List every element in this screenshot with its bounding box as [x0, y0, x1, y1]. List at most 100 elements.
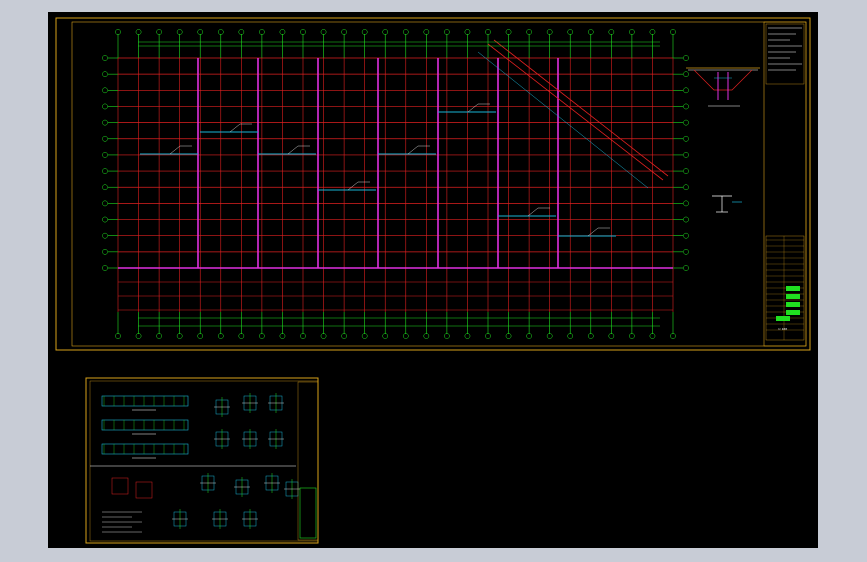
- axis-bubble: [156, 29, 162, 35]
- axis-bubble: [683, 248, 689, 255]
- detail-leader: [527, 207, 539, 217]
- axis-bubble: [341, 333, 347, 339]
- axis-bubble: [402, 29, 409, 35]
- axis-bubble: [423, 29, 430, 35]
- diagonal-truss: [477, 39, 669, 189]
- axis-bubble: [670, 333, 676, 339]
- axis-bubble: [629, 29, 635, 35]
- bottom-dimension-line: [138, 317, 660, 327]
- detail-leader: [287, 145, 299, 155]
- axis-bubble: [505, 29, 512, 35]
- axis-bubble: [567, 333, 574, 339]
- axis-bubble: [102, 216, 108, 223]
- title-block-scale: 1:100: [778, 327, 787, 331]
- detail-sheet-frame: [85, 377, 319, 544]
- axis-bubble: [608, 333, 615, 339]
- axis-bubble: [587, 29, 594, 35]
- axis-bubble: [444, 29, 450, 35]
- section-detail-top-right: [686, 67, 760, 107]
- axis-bubble: [102, 168, 108, 174]
- axis-bubble: [102, 248, 108, 255]
- axis-bubble: [683, 103, 689, 110]
- plan-beam-grid: [117, 57, 674, 312]
- detail-node: [111, 477, 129, 495]
- main-sheet-inner-frame: [71, 21, 807, 347]
- axis-bubble: [102, 119, 108, 126]
- detail-beam-elevations: [101, 395, 189, 459]
- title-block-stamp: [776, 316, 790, 321]
- detail-leader: [587, 227, 599, 237]
- axis-bubble: [683, 184, 689, 191]
- detail-title-block: [297, 381, 319, 541]
- detail-leader: [229, 123, 241, 133]
- detail-leader: [407, 145, 419, 155]
- detail-leader: [467, 103, 479, 113]
- axis-bubble: [115, 333, 121, 339]
- axis-bubble: [683, 216, 689, 223]
- detail-leader: [169, 145, 181, 155]
- axis-bubble: [259, 333, 265, 339]
- axis-bubble: [526, 333, 532, 339]
- axis-bubble: [197, 29, 204, 35]
- axis-bubble: [526, 29, 532, 35]
- axis-bubble: [102, 71, 108, 78]
- cad-canvas: 1:100: [55, 17, 811, 544]
- title-block-stamp: [786, 302, 800, 307]
- detail-connection-nodes: [102, 393, 300, 533]
- axis-bubbles: [102, 29, 689, 339]
- axis-bubble: [683, 168, 689, 174]
- axis-bubble: [361, 333, 368, 339]
- axis-bubble: [176, 29, 183, 35]
- axis-bubble: [485, 333, 491, 339]
- axis-bubble: [102, 265, 108, 271]
- axis-bubble: [115, 29, 121, 35]
- ibeam-detail: [712, 195, 742, 213]
- title-block-stamp: [786, 294, 800, 299]
- axis-bubble: [320, 29, 327, 35]
- axis-bubble: [102, 152, 108, 158]
- axis-bubble: [102, 184, 108, 191]
- axis-bubble: [444, 333, 450, 339]
- axis-bubble: [567, 29, 574, 35]
- axis-bubble: [649, 29, 656, 35]
- cad-drawing-viewport[interactable]: 1:100: [48, 12, 818, 548]
- axis-bubble: [156, 333, 162, 339]
- axis-bubble: [102, 103, 108, 110]
- axis-bubble: [683, 87, 689, 94]
- axis-bubble: [102, 232, 108, 239]
- axis-bubble: [102, 200, 108, 207]
- title-block: 1:100: [763, 21, 807, 347]
- detail-beam-elevation: [101, 419, 189, 431]
- plan-axis-lines: [108, 34, 683, 334]
- axis-bubble: [505, 333, 512, 339]
- axis-bubble: [197, 333, 204, 339]
- axis-bubble: [546, 29, 553, 35]
- axis-bubble: [683, 119, 689, 126]
- axis-bubble: [176, 333, 183, 339]
- axis-bubble: [683, 265, 689, 271]
- axis-bubble: [300, 29, 306, 35]
- axis-bubble: [683, 71, 689, 78]
- detail-beam-elevation: [101, 443, 189, 455]
- axis-bubble: [423, 333, 430, 339]
- axis-bubble: [464, 333, 471, 339]
- axis-bubble: [683, 152, 689, 158]
- axis-bubble: [135, 29, 142, 35]
- axis-bubble: [464, 29, 471, 35]
- title-block-stamp: [786, 286, 800, 291]
- axis-bubble: [629, 333, 635, 339]
- axis-bubble: [683, 135, 689, 142]
- detail-beam-elevation: [101, 395, 189, 407]
- axis-bubble: [217, 29, 224, 35]
- axis-bubble: [341, 29, 347, 35]
- axis-bubble: [102, 55, 108, 61]
- axis-bubble: [279, 333, 286, 339]
- axis-bubble: [217, 333, 224, 339]
- axis-bubble: [670, 29, 676, 35]
- axis-bubble: [683, 55, 689, 61]
- detail-leader: [347, 181, 359, 191]
- axis-bubble: [238, 333, 245, 339]
- axis-bubble: [382, 29, 389, 35]
- top-dimension-line: [138, 41, 660, 47]
- title-block-stamp: [786, 310, 800, 315]
